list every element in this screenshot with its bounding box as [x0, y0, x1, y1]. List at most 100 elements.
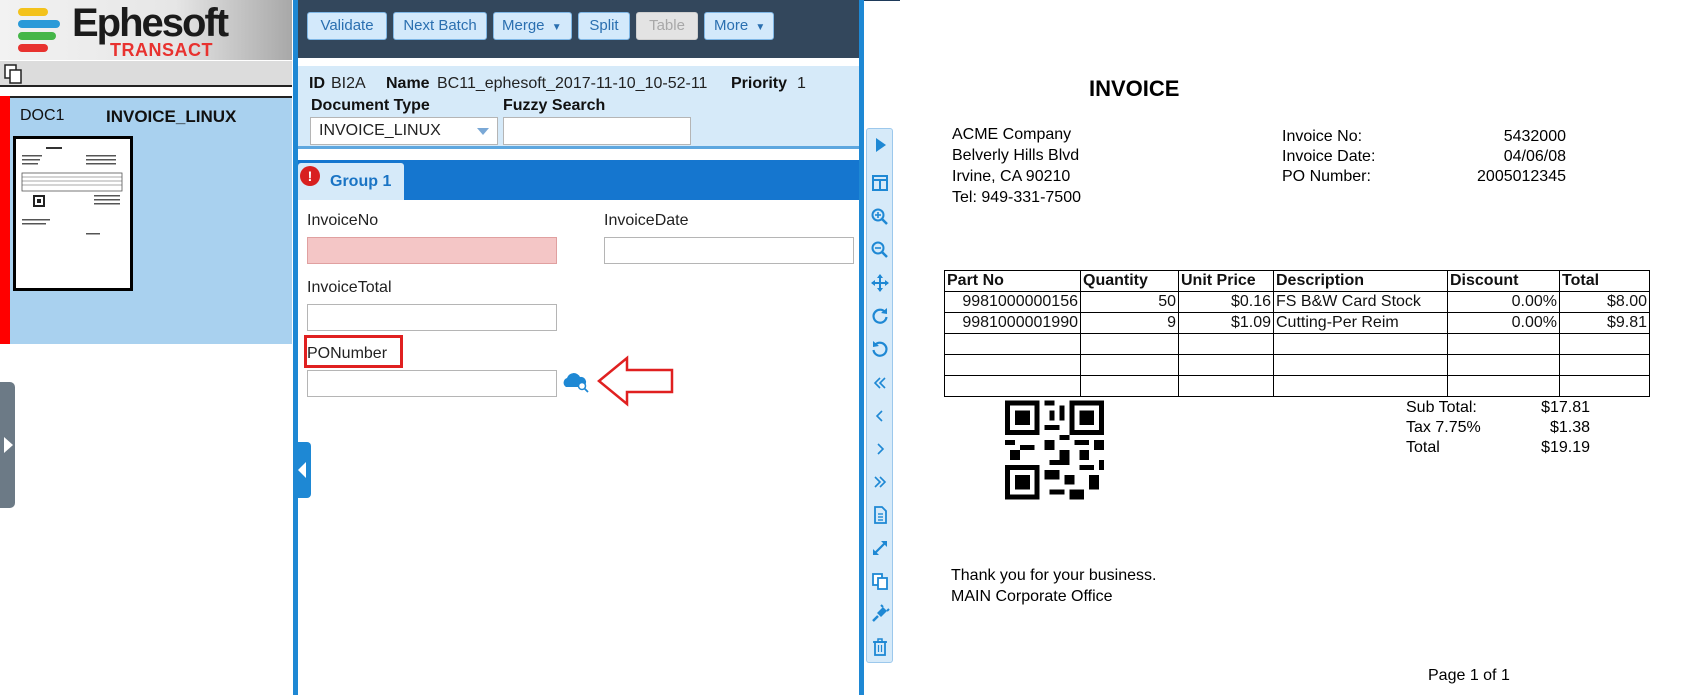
batch-id-value: BI2A — [331, 75, 366, 92]
invoice-meta-label: Invoice Date: — [1282, 148, 1376, 165]
po-number-input[interactable] — [307, 370, 557, 397]
company-line: Belverly Hills Blvd — [952, 147, 1080, 164]
table-header-row: Part No Quantity Unit Price Description … — [944, 270, 1650, 292]
document-icon[interactable] — [870, 505, 890, 525]
rotate-clockwise-icon[interactable] — [870, 306, 890, 326]
company-line: Irvine, CA 90210 — [952, 168, 1071, 185]
split-view-icon[interactable] — [870, 173, 890, 193]
error-indicator-bar — [0, 96, 10, 344]
document-type-select[interactable]: INVOICE_LINUX — [310, 117, 498, 145]
document-type-field-label: Document Type — [311, 97, 430, 114]
page-thumbnail[interactable] — [13, 136, 133, 291]
previous-page-icon[interactable] — [870, 406, 890, 426]
page-number: Page 1 of 1 — [1428, 667, 1510, 684]
last-page-icon[interactable] — [870, 472, 890, 492]
split-button[interactable]: Split — [578, 12, 630, 40]
totals-label: Tax 7.75% — [1406, 419, 1481, 436]
more-button-label: More — [714, 17, 749, 34]
invoice-date-input[interactable] — [604, 237, 854, 264]
table-row — [944, 333, 1650, 355]
more-button[interactable]: More ▼ — [704, 12, 774, 40]
copy-icon[interactable] — [870, 571, 890, 591]
company-line: Tel: 949-331-7500 — [952, 189, 1081, 206]
merge-button[interactable]: Merge ▼ — [493, 12, 572, 40]
table-cell: $0.16 — [1178, 291, 1274, 313]
logo-bar-red — [18, 44, 48, 52]
qr-code-icon — [1005, 400, 1105, 500]
invoice-meta-value: 04/06/08 — [1503, 148, 1566, 165]
cloud-search-icon[interactable] — [560, 371, 590, 393]
column-header: Discount — [1447, 270, 1560, 292]
invoice-no-input[interactable] — [307, 237, 557, 264]
caret-down-icon: ▼ — [755, 22, 766, 33]
table-cell: 0.00% — [1447, 312, 1560, 334]
table-cell: FS B&W Card Stock — [1273, 291, 1448, 313]
line-items-table: Part No Quantity Unit Price Description … — [944, 270, 1650, 397]
invoice-meta-label: PO Number: — [1282, 168, 1371, 185]
column-header: Description — [1273, 270, 1448, 292]
batch-name-label: Name — [386, 75, 430, 92]
first-page-icon[interactable] — [870, 373, 890, 393]
totals-value: $1.38 — [1549, 419, 1590, 436]
arrow-left-annotation-icon — [597, 355, 674, 407]
totals-value: $17.81 — [1541, 399, 1590, 416]
logo-bar-green — [18, 32, 56, 40]
table-cell: 9 — [1080, 312, 1179, 334]
totals-label: Sub Total: — [1406, 399, 1477, 416]
table-cell: $1.09 — [1178, 312, 1274, 334]
rotate-counterclockwise-icon[interactable] — [870, 339, 890, 359]
table-button: Table — [636, 12, 698, 40]
zoom-in-icon[interactable] — [870, 207, 890, 227]
zoom-out-icon[interactable] — [870, 240, 890, 260]
table-row — [944, 375, 1650, 397]
table-cell: Cutting-Per Reim — [1273, 312, 1448, 334]
invoice-date-label: InvoiceDate — [604, 212, 689, 229]
column-header: Part No — [944, 270, 1081, 292]
chevron-left-icon — [298, 462, 306, 478]
trash-icon[interactable] — [870, 637, 890, 657]
invoice-no-label: InvoiceNo — [307, 212, 379, 229]
footer-line: Thank you for your business. — [951, 567, 1157, 584]
move-icon[interactable] — [870, 273, 890, 293]
table-cell: 50 — [1080, 291, 1179, 313]
table-row — [944, 354, 1650, 376]
play-icon[interactable] — [870, 135, 890, 155]
invoice-meta-value: 5432000 — [1503, 128, 1566, 145]
table-cell: $9.81 — [1559, 312, 1650, 334]
table-row: 9981000000156 50 $0.16 FS B&W Card Stock… — [944, 291, 1650, 313]
validate-button[interactable]: Validate — [307, 12, 387, 40]
invoice-total-input[interactable] — [307, 304, 557, 331]
document-type-label: INVOICE_LINUX — [106, 107, 237, 126]
left-toolbar — [0, 61, 292, 87]
document-id: DOC1 — [20, 107, 65, 124]
totals-label: Total — [1406, 439, 1440, 456]
invoice-title: INVOICE — [1089, 76, 1180, 101]
caret-down-icon: ▼ — [551, 22, 562, 33]
fuzzy-search-input[interactable] — [503, 117, 691, 145]
table-row: 9981000001990 9 $1.09 Cutting-Per Reim 0… — [944, 312, 1650, 334]
table-cell: 9981000001990 — [944, 312, 1081, 334]
column-header: Quantity — [1080, 270, 1179, 292]
table-cell: $8.00 — [1559, 291, 1650, 313]
invoice-meta-value: 2005012345 — [1477, 168, 1566, 185]
company-line: ACME Company — [952, 126, 1072, 143]
chevron-right-icon — [4, 437, 13, 453]
plug-icon[interactable] — [870, 604, 890, 624]
batch-name-value: BC11_ephesoft_2017-11-10_10-52-11 — [437, 75, 708, 92]
logo-bar-yellow — [18, 8, 48, 16]
priority-value: 1 — [797, 75, 806, 92]
po-number-label: PONumber — [307, 345, 388, 362]
footer-line: MAIN Corporate Office — [951, 588, 1113, 605]
left-collapse-handle[interactable] — [0, 382, 15, 508]
tab-group-1-label: Group 1 — [330, 173, 392, 190]
next-page-icon[interactable] — [870, 439, 890, 459]
error-icon: ! — [300, 166, 320, 186]
document-type-select-value: INVOICE_LINUX — [319, 122, 441, 139]
next-batch-button[interactable]: Next Batch — [393, 12, 487, 40]
expand-icon[interactable] — [870, 538, 890, 558]
copy-pages-icon[interactable] — [2, 63, 24, 85]
priority-label: Priority — [731, 75, 788, 92]
middle-collapse-handle[interactable] — [293, 442, 311, 498]
invoice-meta-label: Invoice No: — [1282, 128, 1363, 145]
thumbnail-preview — [21, 147, 123, 235]
